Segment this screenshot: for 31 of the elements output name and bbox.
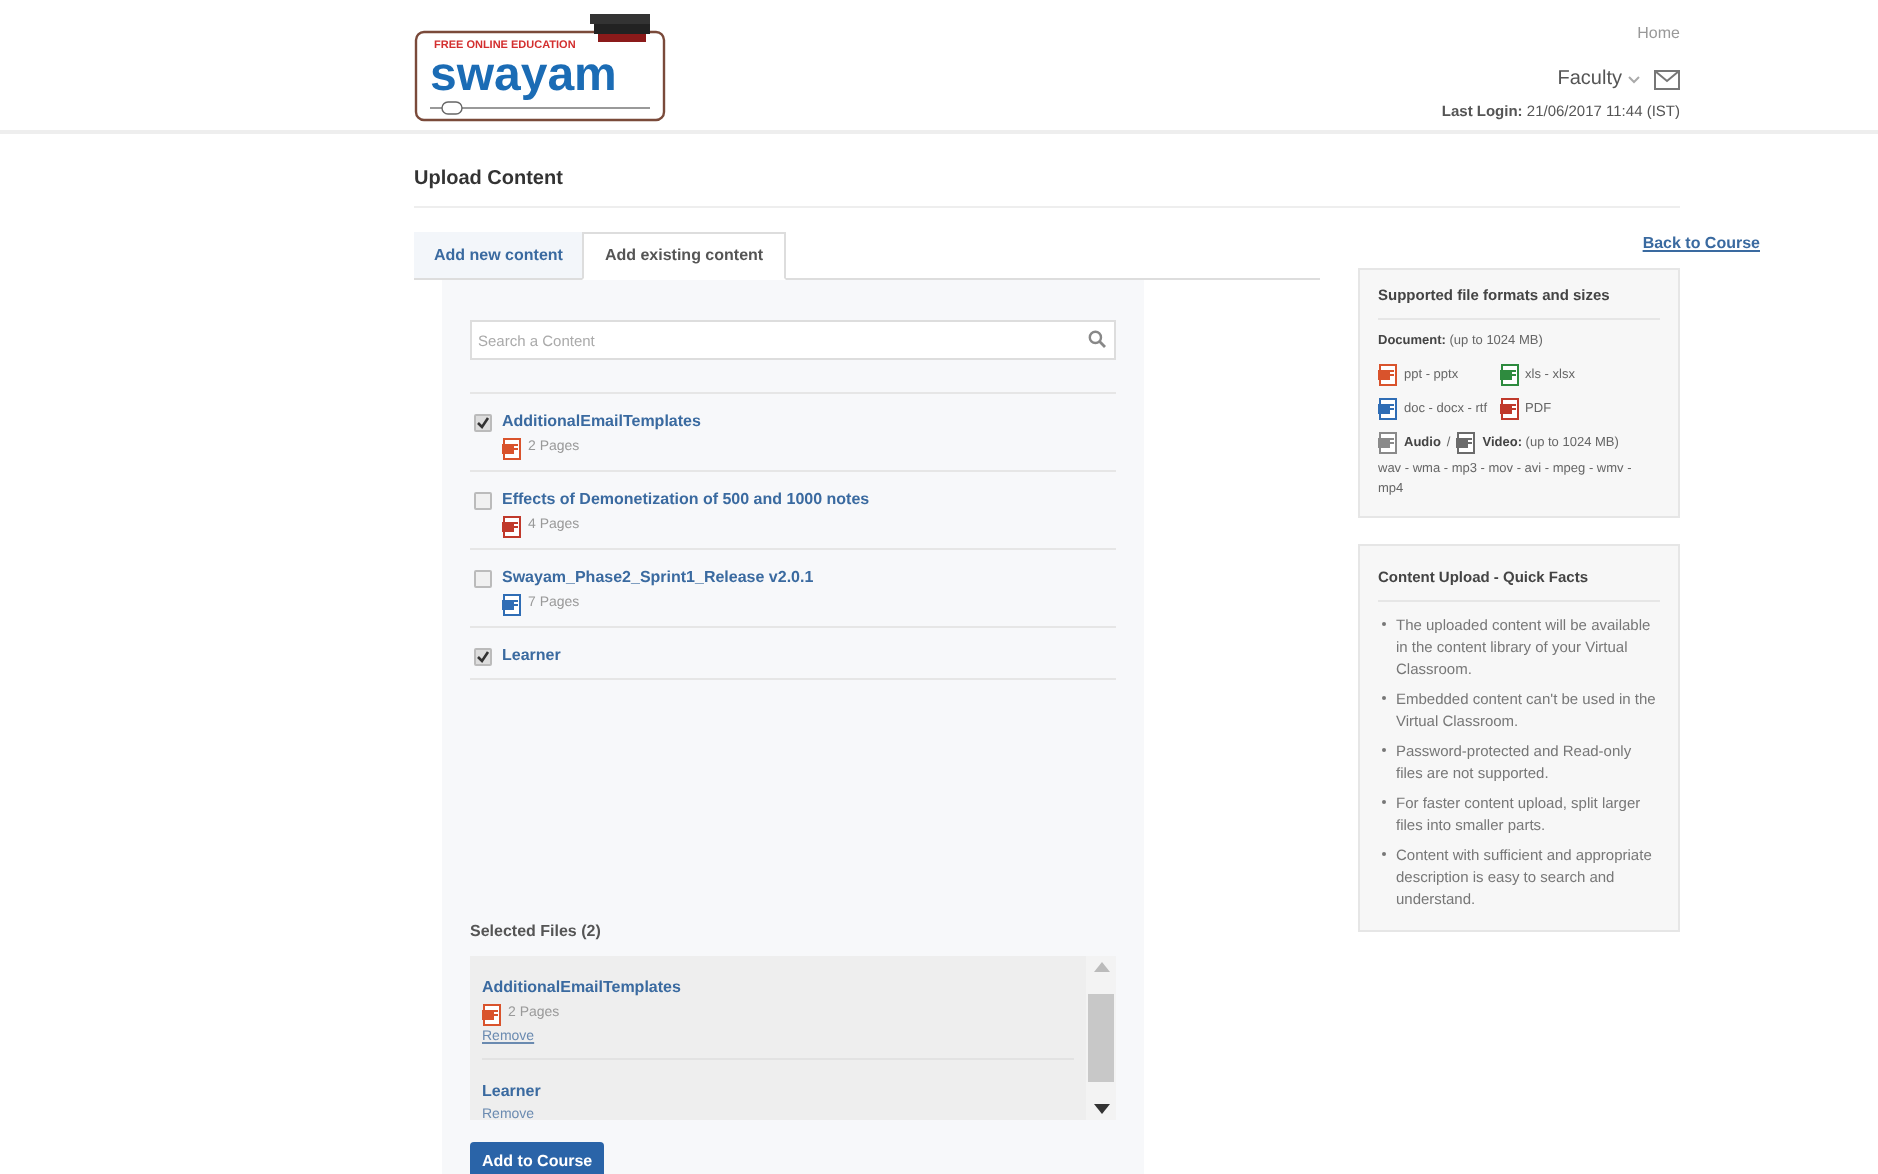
document-icon [1499, 364, 1520, 386]
home-link[interactable]: Home [1637, 22, 1680, 46]
content-title[interactable]: AdditionalEmailTemplates [502, 410, 701, 434]
scrollbar[interactable] [1086, 956, 1116, 1120]
file-title: AdditionalEmailTemplates [482, 976, 683, 1000]
mail-icon[interactable] [1654, 69, 1680, 89]
checkbox[interactable] [474, 413, 492, 431]
document-icon [1378, 364, 1398, 386]
content-title[interactable]: Learner [502, 644, 561, 668]
pdf-file-icon [502, 516, 522, 538]
document-icon [502, 438, 522, 460]
pdf-file-icon [1499, 398, 1520, 420]
selected-files-heading: Selected Files (2) [470, 920, 603, 944]
back-to-course-link[interactable]: Back to Course [1642, 232, 1760, 256]
document-icon [1378, 398, 1398, 420]
document-icon [502, 594, 522, 616]
chevron-down-icon [1628, 75, 1640, 83]
checkbox[interactable] [474, 647, 492, 665]
document-icon [482, 1004, 502, 1026]
checkbox[interactable] [474, 491, 492, 509]
content-title[interactable]: Effects of Demonetization of 500 and 1000 notes [502, 488, 870, 512]
add-to-course-button[interactable]: Add to Course [470, 1142, 605, 1174]
user-menu[interactable]: Faculty [1557, 64, 1640, 94]
content-title[interactable]: Swayam_Phase2_Sprint1_Release v2.0.1 [502, 566, 814, 590]
tab[interactable]: Add new content [414, 232, 583, 278]
tab[interactable]: Add existing content [582, 232, 786, 280]
checkbox[interactable] [474, 569, 492, 587]
search-icon[interactable] [1088, 330, 1106, 348]
file-title: Learner [482, 1079, 543, 1103]
page-title: Upload Content [414, 166, 565, 194]
scroll-down-icon[interactable] [1093, 1104, 1109, 1114]
